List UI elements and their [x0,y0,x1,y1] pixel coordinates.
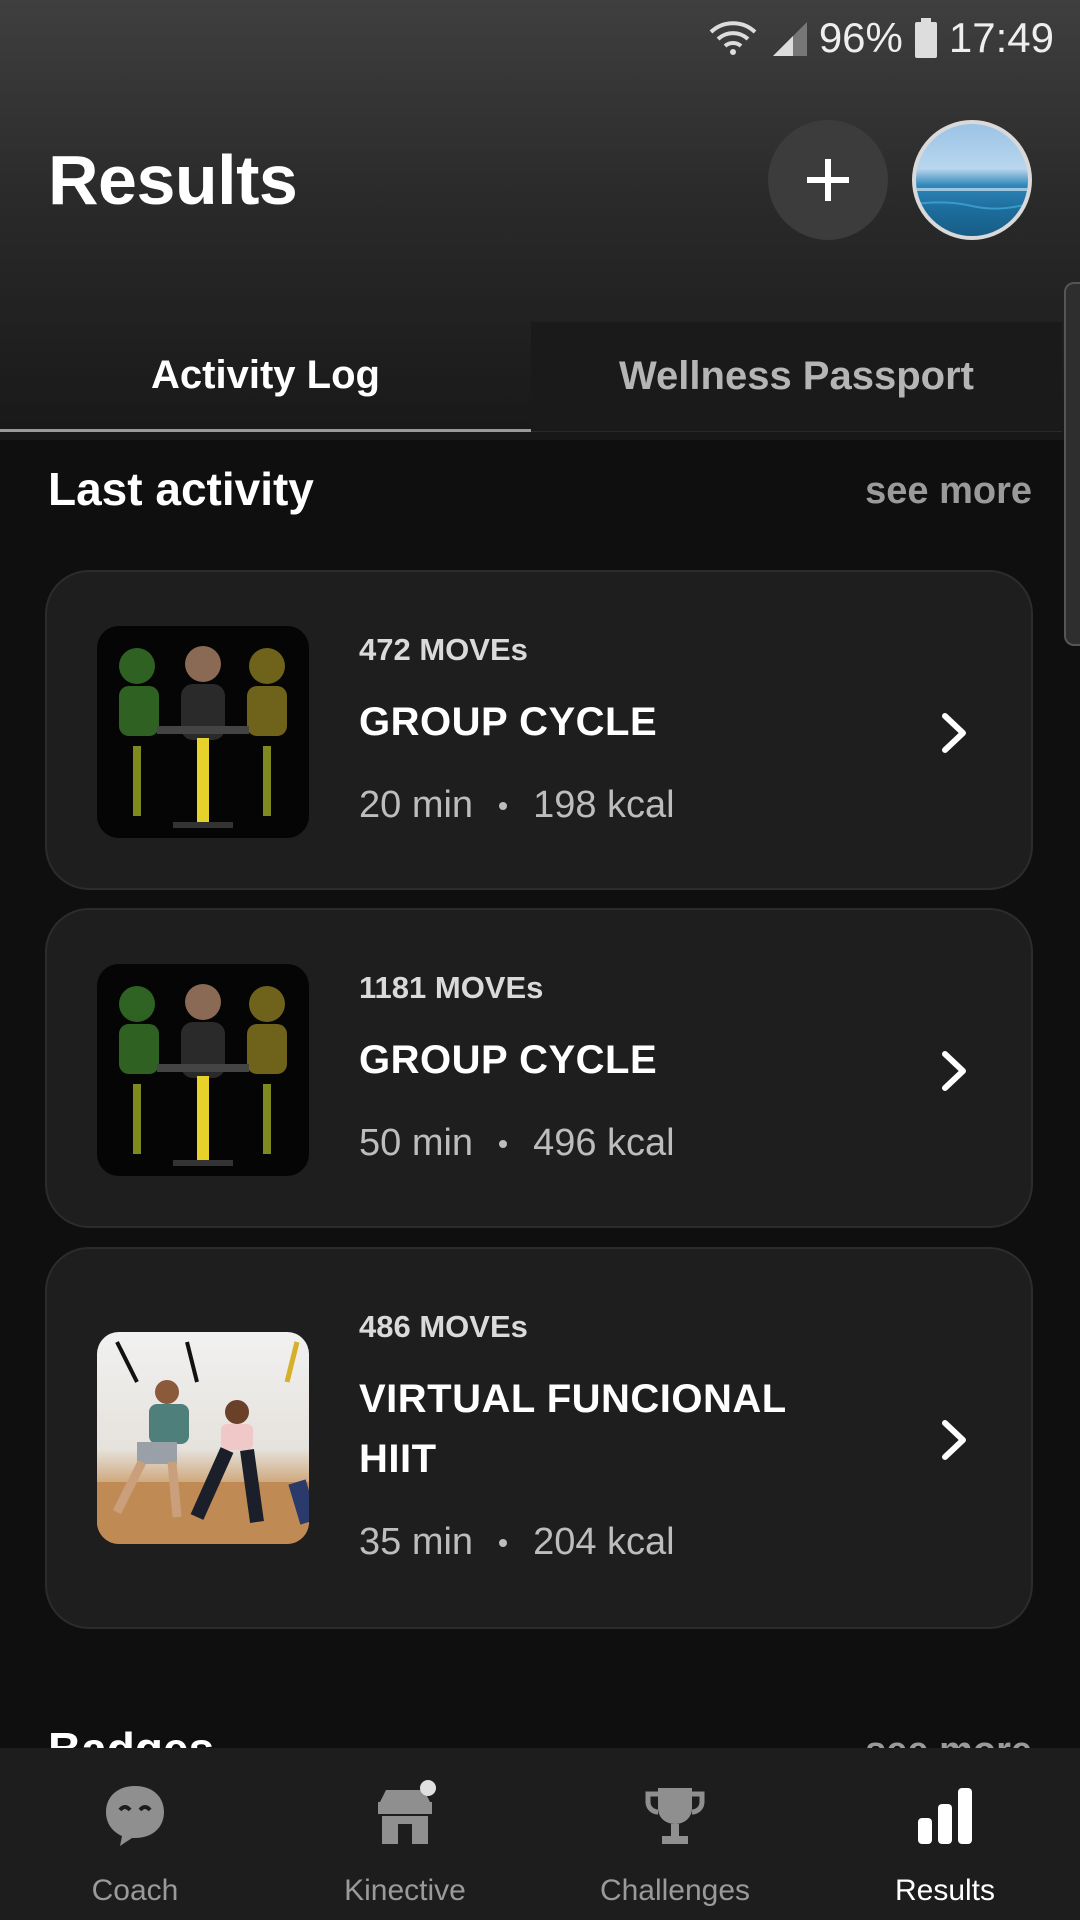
tab-activity-log[interactable]: Activity Log [0,322,531,432]
avatar-image [916,188,1028,210]
activity-kcal: 204 kcal [533,1521,675,1563]
nav-label: Kinective [344,1874,466,1907]
activity-thumbnail [97,964,309,1176]
wifi-icon [709,21,757,55]
avatar[interactable] [912,120,1032,240]
chevron-right-icon [942,713,966,753]
bar-chart-icon [918,1788,972,1844]
clock: 17:49 [948,14,1054,61]
trophy-icon [645,1788,705,1844]
add-button[interactable] [768,120,888,240]
status-bar: 96% 17:49 [0,0,1080,76]
activity-duration: 50 min [359,1122,474,1164]
page-title: Results [48,141,298,219]
activity-name: GROUP CYCLE [359,700,658,744]
activity-card[interactable]: 1181 MOVEs GROUP CYCLE 50 min 496 kcal [45,908,1033,1228]
signal-icon [772,22,807,56]
activity-meta: 35 min 204 kcal [359,1521,675,1564]
activity-moves: 472 MOVEs [359,632,528,667]
battery-icon [914,18,937,58]
activity-thumbnail [97,626,309,838]
activity-name: GROUP CYCLE [359,1038,658,1082]
nav-label: Challenges [599,1874,751,1907]
scroll-indicator[interactable] [1064,282,1080,646]
tab-bar: Activity Log Wellness Passport [0,322,1062,432]
activity-moves: 1181 MOVEs [359,970,544,1005]
nav-label: Results [894,1874,996,1907]
nav-item-results[interactable]: Results [810,1748,1080,1920]
section-title-last-activity: Last activity [48,463,314,515]
activity-moves: 486 MOVEs [359,1309,528,1344]
store-icon [378,1780,436,1844]
separator-dot [499,801,508,810]
nav-item-challenges[interactable]: Challenges [540,1748,810,1920]
nav-item-coach[interactable]: Coach [0,1748,270,1920]
activity-duration: 20 min [359,784,474,826]
separator-dot [499,1139,508,1148]
chevron-right-icon [942,1051,966,1091]
activity-meta: 20 min 198 kcal [359,784,675,827]
nav-label: Coach [91,1874,179,1907]
activity-card[interactable]: 472 MOVEs GROUP CYCLE 20 min 198 kcal [45,570,1033,890]
separator-dot [499,1538,508,1547]
activity-kcal: 198 kcal [533,784,675,826]
see-more-link[interactable]: see more [865,470,1032,513]
activity-card[interactable]: 486 MOVEs VIRTUAL FUNCIONAL HIIT 35 min … [45,1247,1033,1629]
tab-wellness-passport[interactable]: Wellness Passport [531,322,1062,432]
activity-meta: 50 min 496 kcal [359,1122,675,1165]
activity-name: VIRTUAL FUNCIONAL HIIT [359,1377,787,1481]
chevron-right-icon [942,1420,966,1460]
activity-thumbnail [97,1332,309,1544]
battery-percent: 96% [818,14,903,61]
plus-icon [807,159,849,201]
chat-face-icon [106,1786,164,1846]
nav-item-kinective[interactable]: Kinective [270,1748,540,1920]
bottom-nav: Coach Kinective Challenges Results [0,1748,1080,1920]
activity-duration: 35 min [359,1521,474,1563]
activity-kcal: 496 kcal [533,1122,675,1164]
